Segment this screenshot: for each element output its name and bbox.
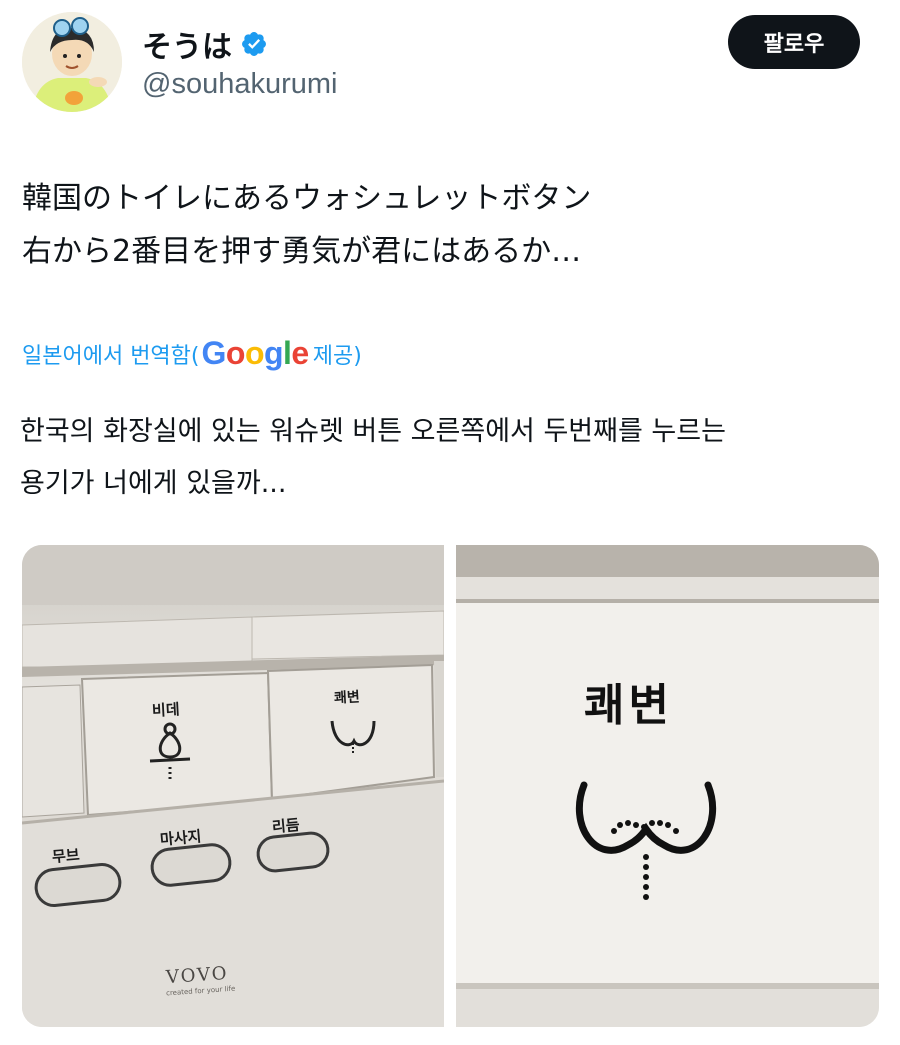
stool-button-illustration (456, 545, 879, 1027)
tweet-text: 韓国のトイレにあるウォシュレットボタン 右から2番目を押す勇気が君にはあるか… (22, 181, 592, 269)
label-stool-large: 쾌변 (584, 680, 673, 731)
translation-attribution[interactable]: 일본어에서 번역함( Google 제공) (22, 335, 362, 372)
brand-logo: VOVO (165, 962, 230, 989)
avatar[interactable] (22, 12, 122, 112)
photo-stool-button-closeup[interactable]: 쾌변 (456, 545, 879, 1027)
bidet-panel-illustration (22, 545, 444, 1027)
translation-prefix: 일본어에서 번역함( (22, 343, 200, 369)
translation-suffix: 제공) (312, 343, 362, 369)
media-grid[interactable]: 비데 쾌변 무브 마사지 리듬 VOVO created for your li… (22, 545, 879, 1027)
follow-button[interactable]: 팔로우 (728, 15, 860, 69)
author-display-name[interactable]: そうは (142, 22, 232, 66)
author-name-row[interactable]: そうは (142, 22, 268, 66)
author-handle[interactable]: @souhakurumi (142, 68, 337, 101)
label-stool-small: 쾌변 (333, 689, 361, 707)
label-bidet: 비데 (151, 700, 181, 720)
avatar-illustration (22, 12, 122, 112)
label-rhythm: 리듬 (271, 815, 301, 837)
label-massage: 마사지 (159, 827, 203, 849)
google-logo: Google (201, 335, 310, 371)
photo-bidet-panel[interactable]: 비데 쾌변 무브 마사지 리듬 VOVO created for your li… (22, 545, 444, 1027)
verified-badge-icon (242, 32, 266, 56)
translated-text: 한국의 화장실에 있는 워슈렛 버튼 오른쪽에서 두번째를 누르는 용기가 너에… (20, 416, 726, 499)
label-move: 무브 (51, 845, 81, 867)
